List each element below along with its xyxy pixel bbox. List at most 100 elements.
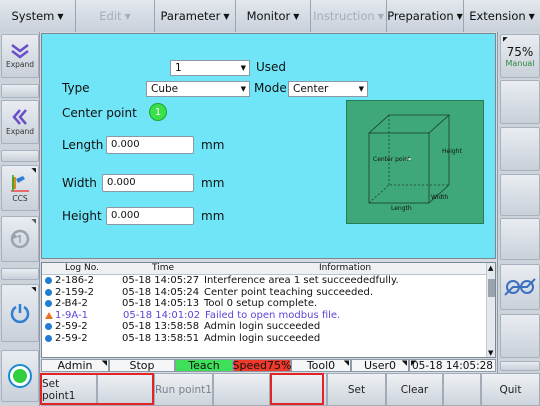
height-unit: mm xyxy=(201,209,225,223)
expand-top-label: Expand xyxy=(5,60,35,69)
menu-preparation[interactable]: Preparation ▼ xyxy=(387,0,464,32)
scroll-thumb[interactable] xyxy=(488,279,495,297)
info-icon xyxy=(45,288,52,296)
right-button-7[interactable] xyxy=(500,314,540,358)
warning-icon xyxy=(45,311,53,319)
log-time: 05-18 14:05:13 xyxy=(122,298,200,310)
menu-system-label: System xyxy=(11,9,55,23)
chevron-down-icon: ▼ xyxy=(377,11,384,21)
height-label: Height xyxy=(62,209,102,223)
diagram-length-label: Length xyxy=(391,205,412,212)
type-select[interactable]: Cube ▼ xyxy=(146,81,250,97)
double-chevron-down-icon xyxy=(11,44,29,59)
mode-select[interactable]: Center ▼ xyxy=(288,81,368,97)
width-input[interactable]: 0.000 xyxy=(102,174,194,192)
power-icon xyxy=(10,304,30,324)
ccs-button[interactable]: CCS ◥ xyxy=(1,165,39,211)
log-scrollbar[interactable]: ▲ ▼ xyxy=(486,263,495,357)
log-row[interactable]: 1-9A-1 05-18 14:01:02 Failed to open mod… xyxy=(42,310,486,322)
blank-bottom-button-1[interactable] xyxy=(97,373,154,406)
menu-edit[interactable]: Edit ▼ xyxy=(76,0,155,32)
run-point1-button[interactable]: Run point1 xyxy=(154,373,213,406)
right-button-5[interactable] xyxy=(500,218,540,260)
set-point1-button[interactable]: Set point1 xyxy=(41,373,97,406)
info-icon xyxy=(45,277,52,285)
diagram-height-label: Height xyxy=(442,148,462,155)
blank-left-button-1[interactable] xyxy=(1,84,39,98)
scroll-up-icon[interactable]: ▲ xyxy=(488,264,493,272)
right-button-8[interactable] xyxy=(500,361,540,371)
quit-button[interactable]: Quit xyxy=(481,373,540,406)
robot-arm-icon xyxy=(504,278,536,296)
diagram-width-label: Width xyxy=(431,194,449,201)
set-button[interactable]: Set xyxy=(327,373,386,406)
main-menu-bar: System ▼ Edit ▼ Parameter ▼ Monitor ▼ Instru… xyxy=(0,0,540,32)
scroll-down-icon[interactable]: ▼ xyxy=(488,349,493,357)
log-row[interactable]: 2-59-2 05-18 13:58:51 Admin login succee… xyxy=(42,333,486,345)
servo-status-button[interactable] xyxy=(1,350,39,402)
status-tool[interactable]: Tool0 ◥ xyxy=(291,359,351,372)
blank-bottom-button-4[interactable] xyxy=(443,373,481,406)
log-row[interactable]: 2-159-2 05-18 14:05:24 Center point teac… xyxy=(42,287,486,299)
robot-view-button[interactable] xyxy=(500,264,540,310)
menu-monitor[interactable]: Monitor ▼ xyxy=(236,0,311,32)
status-user-frame[interactable]: User0 ◥ xyxy=(351,359,409,372)
chevron-down-icon: ▼ xyxy=(240,85,246,93)
log-time: 05-18 14:05:27 xyxy=(122,275,200,287)
rotate-button[interactable]: ◥ xyxy=(1,216,39,262)
corner-triangle-icon: ◤ xyxy=(503,36,508,43)
cube-wireframe-icon xyxy=(368,114,451,204)
menu-instruction[interactable]: Instruction ▼ xyxy=(311,0,387,32)
chevron-down-icon: ▼ xyxy=(293,11,300,21)
status-bar: Admin ◥ Stop Teach Speed75% Tool0 ◥ User… xyxy=(41,359,496,372)
clear-label: Clear xyxy=(400,383,429,396)
bottom-button-bar: Set point1 Run point1 Set Clear Quit xyxy=(41,373,540,406)
menu-monitor-label: Monitor xyxy=(246,9,291,23)
diagram-center-label: Center point xyxy=(373,156,411,163)
right-button-3[interactable] xyxy=(500,127,540,171)
blank-bottom-button-2[interactable] xyxy=(213,373,270,406)
expand-top-button[interactable]: Expand xyxy=(1,34,39,78)
blank-left-button-3[interactable] xyxy=(1,268,39,280)
right-button-2[interactable] xyxy=(500,80,540,124)
width-label: Width xyxy=(62,176,97,190)
status-run-state-text: Stop xyxy=(129,359,155,372)
menu-parameter[interactable]: Parameter ▼ xyxy=(155,0,236,32)
menu-system[interactable]: System ▼ xyxy=(0,0,76,32)
width-unit: mm xyxy=(201,176,225,190)
blank-bottom-button-3[interactable] xyxy=(270,373,327,406)
log-no: 2-59-2 xyxy=(55,332,88,344)
status-user[interactable]: Admin ◥ xyxy=(41,359,109,372)
height-input[interactable]: 0.000 xyxy=(106,207,194,225)
log-time: 05-18 13:58:51 xyxy=(122,332,200,344)
area-index-value: 1 xyxy=(175,62,182,74)
used-label: Used xyxy=(256,60,287,74)
width-value: 0.000 xyxy=(107,177,136,188)
clear-button[interactable]: Clear xyxy=(386,373,443,406)
chevron-down-icon: ▼ xyxy=(223,11,230,21)
status-datetime-text: 05-18 14:05:28 xyxy=(411,359,493,372)
menu-extension[interactable]: Extension ▼ xyxy=(464,0,540,32)
type-value: Cube xyxy=(151,83,179,95)
log-no-header: Log No. xyxy=(65,263,99,273)
log-row[interactable]: 2-186-2 05-18 14:05:27 Interference area… xyxy=(42,275,486,287)
length-input[interactable]: 0.000 xyxy=(106,136,194,154)
speed-button[interactable]: 75% Manual ◤ xyxy=(500,34,540,78)
log-time: 05-18 14:05:24 xyxy=(122,286,200,298)
info-header: Information xyxy=(318,263,372,273)
length-unit: mm xyxy=(201,138,225,152)
log-no: 2-B4-2 xyxy=(55,298,88,310)
corner-triangle-icon: ◤ xyxy=(411,359,417,367)
chevron-down-icon: ▼ xyxy=(358,85,364,93)
area-index-select[interactable]: 1 ▼ xyxy=(170,60,250,76)
expand-left-button[interactable]: Expand xyxy=(1,100,39,144)
power-button[interactable]: ◥ xyxy=(1,284,39,342)
status-speed-text: Speed75% xyxy=(232,359,292,372)
blank-left-button-2[interactable] xyxy=(1,150,39,162)
chevron-down-icon: ▼ xyxy=(456,11,463,21)
log-row[interactable]: 2-59-2 05-18 13:58:58 Admin login succee… xyxy=(42,321,486,333)
right-button-4[interactable] xyxy=(500,174,540,216)
menu-parameter-label: Parameter xyxy=(160,9,221,23)
log-row[interactable]: 2-B4-2 05-18 14:05:13 Tool 0 setup compl… xyxy=(42,298,486,310)
chevron-down-icon: ▼ xyxy=(124,11,131,21)
